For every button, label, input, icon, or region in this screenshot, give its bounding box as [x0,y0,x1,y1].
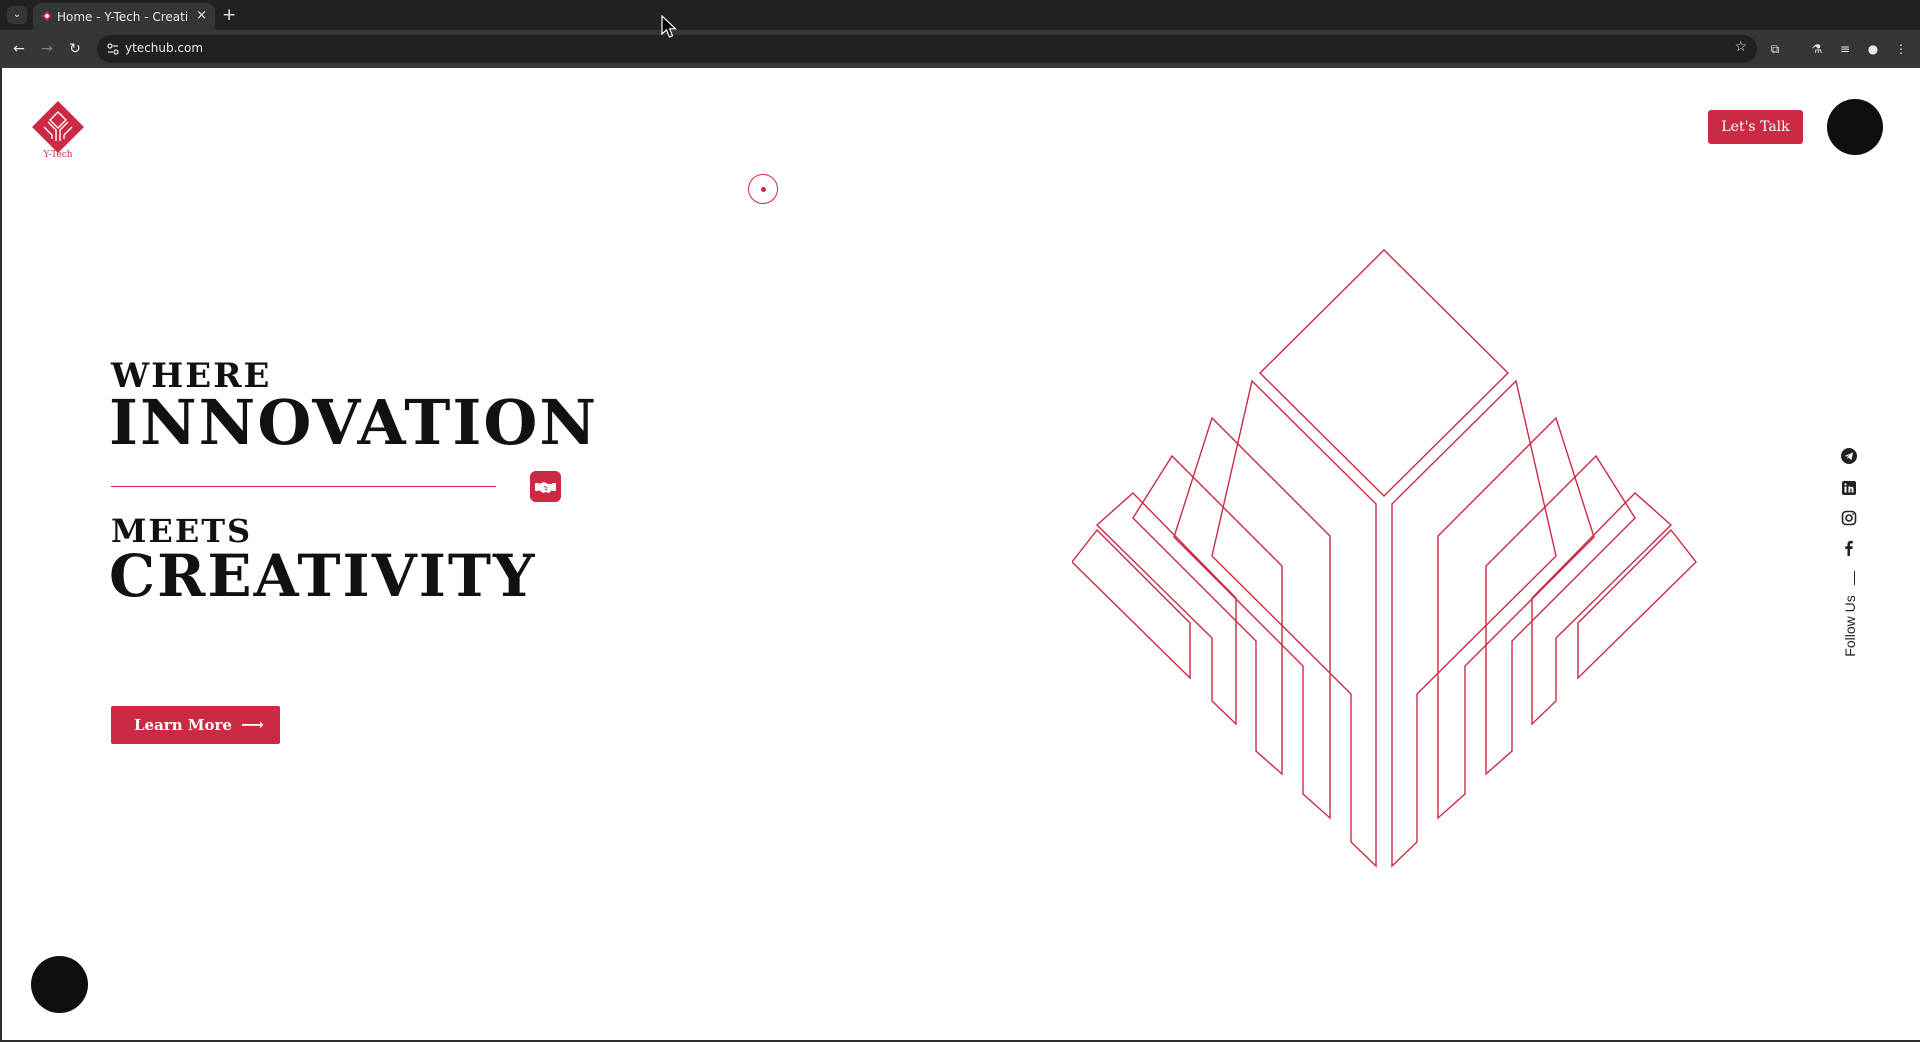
labs-icon[interactable]: ⚗ [1808,40,1826,58]
tab-search-button[interactable]: ⌄ [7,6,27,24]
browser-toolbar: ← → ↻ ytechub.com ☆ ⧉ ⚗ ≡ ● ⋮ [0,30,1920,68]
mouse-pointer-icon [661,15,677,38]
lets-talk-button[interactable]: Let's Talk [1708,110,1803,144]
browser-tab-bar: ⌄ Home - Y-Tech - Creative × + [0,0,1920,30]
hero-line-innovation: INNOVATION [109,386,599,459]
menu-toggle-button[interactable] [1827,99,1883,155]
new-tab-button[interactable]: + [222,5,236,25]
hero-divider [111,486,496,487]
browser-tab[interactable]: Home - Y-Tech - Creative × [33,3,215,30]
favicon-icon [42,11,52,21]
hero-logo-outline-illustration [1072,249,1697,868]
learn-more-label: Learn More [134,716,232,734]
custom-cursor-dot [761,187,766,192]
telegram-icon[interactable] [1840,447,1858,465]
media-controls-icon[interactable]: ≡ [1836,40,1854,58]
hero-line-creativity: CREATIVITY [109,542,537,610]
forward-icon[interactable]: → [36,38,58,60]
extensions-icon[interactable]: ⧉ [1766,40,1784,58]
chat-widget-button[interactable] [31,956,88,1013]
custom-cursor-ring [748,174,778,204]
tab-title: Home - Y-Tech - Creative [57,10,187,24]
logo-text: Y-Tech [43,150,73,160]
site-info-icon[interactable] [106,42,120,56]
reload-icon[interactable]: ↻ [64,38,86,60]
linkedin-icon[interactable] [1840,479,1858,497]
follow-us-label: Follow Us [1842,595,1858,657]
address-bar[interactable]: ytechub.com ☆ [97,35,1757,63]
profile-icon[interactable]: ● [1864,40,1882,58]
tab-close-icon[interactable]: × [196,8,207,24]
handshake-icon [530,471,561,502]
instagram-icon[interactable] [1840,509,1858,527]
web-page: Y-Tech Let's Talk WHERE INNOVATION MEETS… [0,68,1920,1042]
learn-more-button[interactable]: Learn More ⟶ [111,706,280,744]
back-icon[interactable]: ← [8,38,30,60]
bookmark-star-icon[interactable]: ☆ [1734,39,1747,55]
browser-menu-icon[interactable]: ⋮ [1892,40,1910,58]
url-text: ytechub.com [125,41,204,55]
arrow-right-icon: ⟶ [241,715,264,734]
facebook-icon[interactable] [1840,539,1858,557]
